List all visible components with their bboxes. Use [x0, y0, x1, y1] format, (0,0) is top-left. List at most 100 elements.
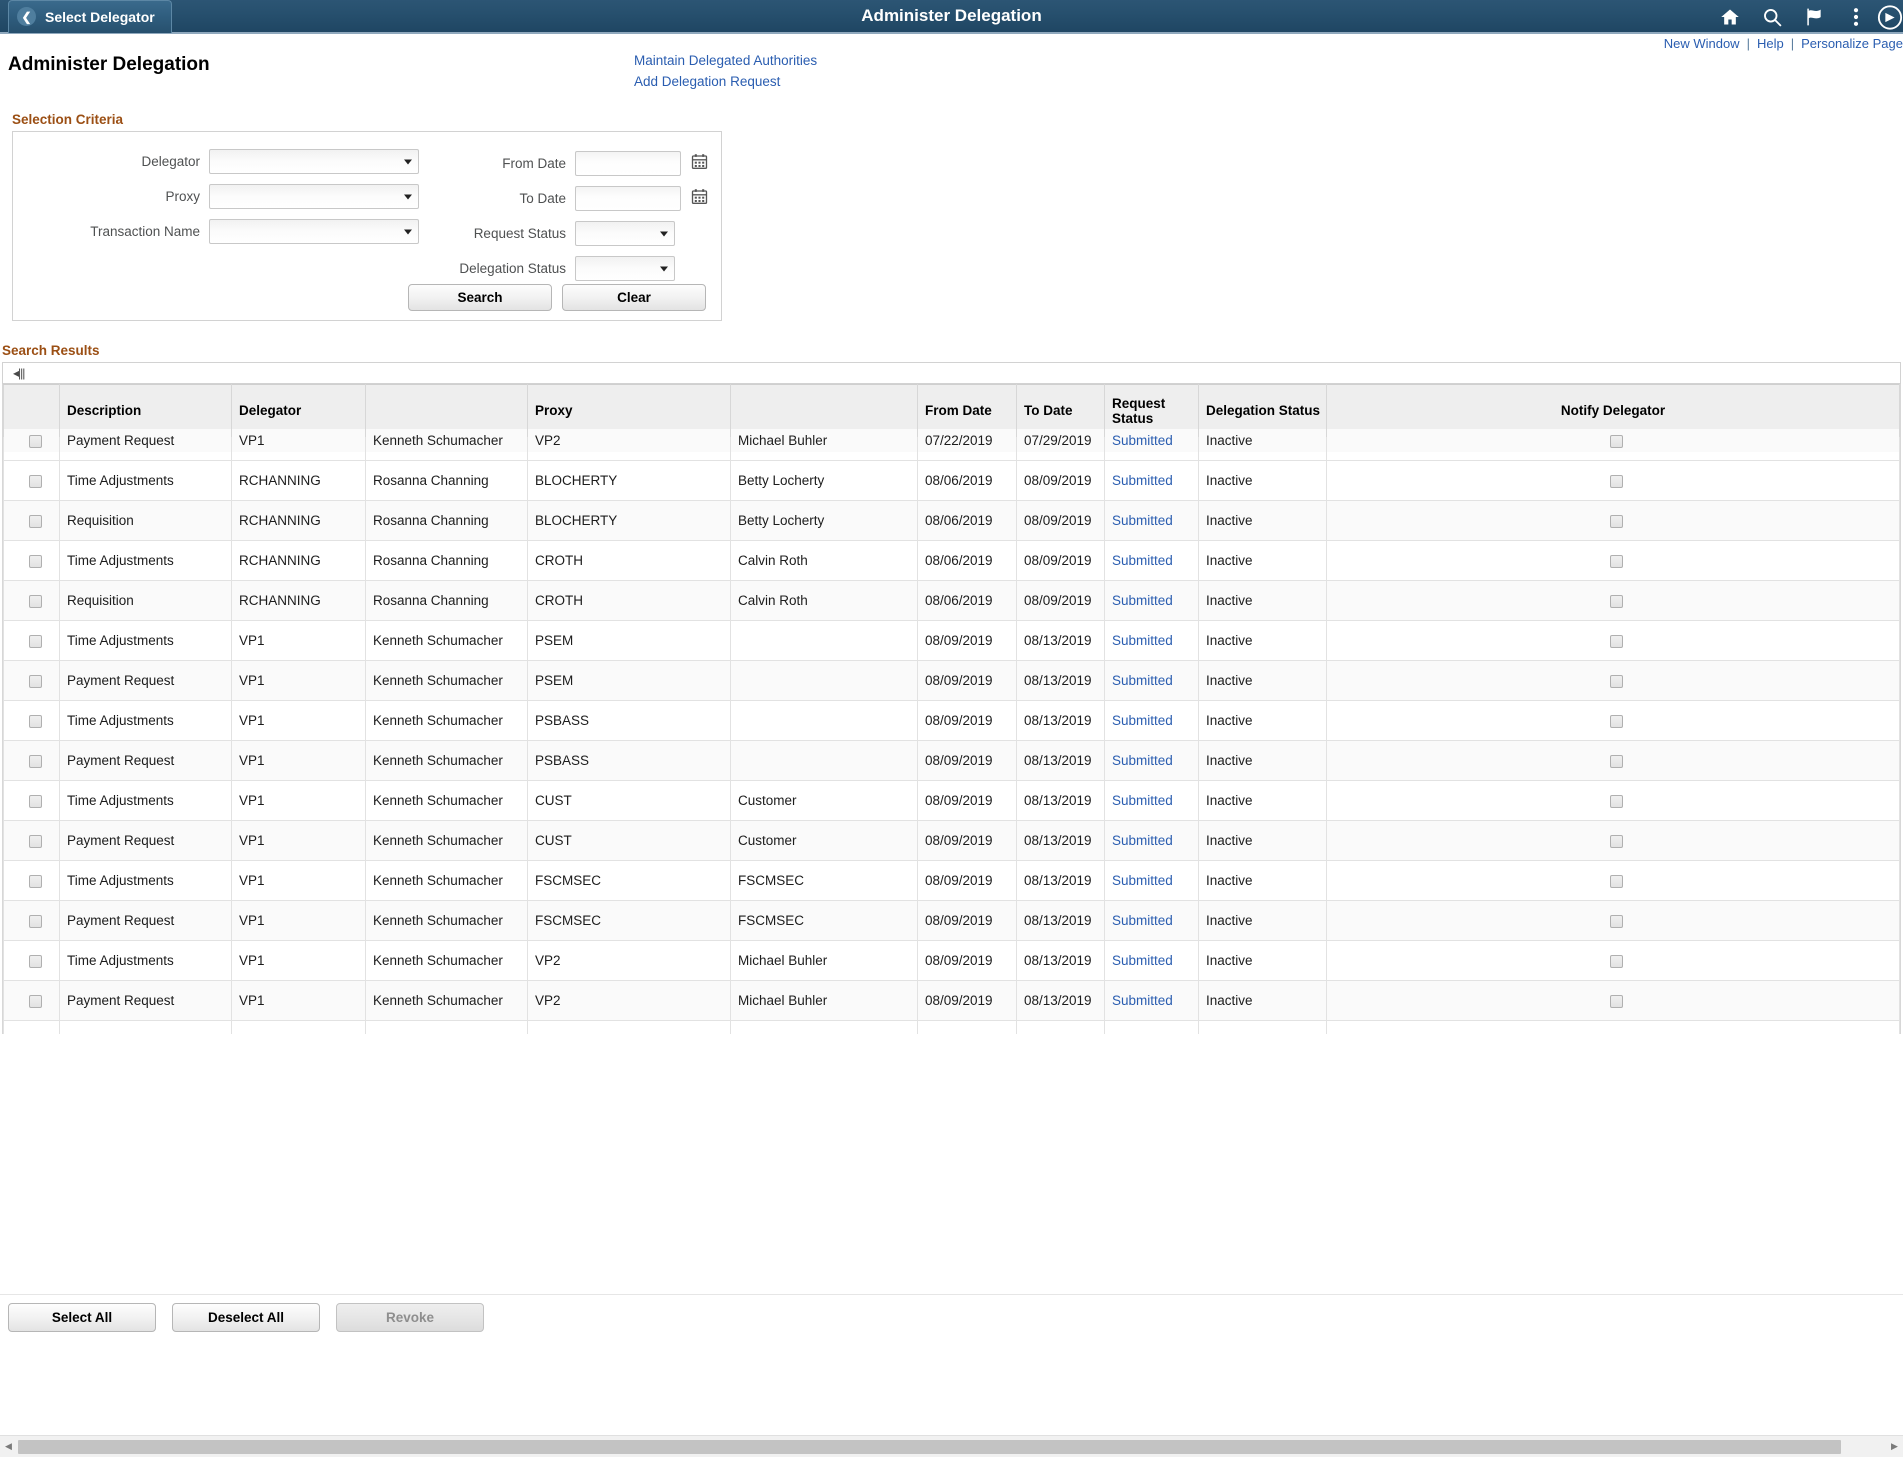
row-select-checkbox[interactable] [29, 635, 42, 648]
select-all-button[interactable]: Select All [8, 1303, 156, 1332]
cell-delegation-status: Inactive [1199, 621, 1327, 661]
request-status-link[interactable]: Submitted [1112, 433, 1173, 448]
from-date-label: From Date [445, 156, 575, 171]
row-select-checkbox[interactable] [29, 435, 42, 448]
request-status-link[interactable]: Submitted [1112, 993, 1173, 1008]
proxy-select-wrap [209, 184, 419, 209]
maintain-delegated-authorities-link[interactable]: Maintain Delegated Authorities [634, 50, 817, 71]
row-select-checkbox[interactable] [29, 715, 42, 728]
from-date-input[interactable] [575, 151, 681, 176]
notify-delegator-checkbox[interactable] [1610, 875, 1623, 888]
cell-notify-delegator [1327, 741, 1900, 781]
row-select-checkbox[interactable] [29, 515, 42, 528]
request-status-link[interactable]: Submitted [1112, 513, 1173, 528]
delegation-status-select[interactable] [575, 256, 675, 281]
cell-delegation-status: Inactive [1199, 461, 1327, 501]
home-icon[interactable] [1709, 0, 1751, 34]
cell-request-status: Submitted [1105, 861, 1199, 901]
cell-notify-delegator [1327, 661, 1900, 701]
row-select-checkbox[interactable] [29, 915, 42, 928]
notify-delegator-checkbox[interactable] [1610, 475, 1623, 488]
cell-from-date: 08/09/2019 [918, 821, 1017, 861]
notify-delegator-checkbox[interactable] [1610, 555, 1623, 568]
search-icon[interactable] [1751, 0, 1793, 34]
notify-delegator-checkbox[interactable] [1610, 675, 1623, 688]
cell-delegator-name: Kenneth Schumacher [366, 981, 528, 1021]
search-button[interactable]: Search [408, 284, 552, 311]
notify-delegator-checkbox[interactable] [1610, 955, 1623, 968]
delegation-status-label: Delegation Status [445, 261, 575, 276]
notify-delegator-checkbox[interactable] [1610, 995, 1623, 1008]
delegator-select[interactable] [209, 149, 419, 174]
clear-button[interactable]: Clear [562, 284, 706, 311]
cell-proxy-name: Michael Buhler [731, 429, 918, 453]
cell-delegator-name: Kenneth Schumacher [366, 621, 528, 661]
request-status-link[interactable]: Submitted [1112, 953, 1173, 968]
to-date-input[interactable] [575, 186, 681, 211]
request-status-link[interactable]: Submitted [1112, 1033, 1173, 1034]
row-select-checkbox[interactable] [29, 955, 42, 968]
scroll-left-arrow-icon[interactable]: ◀ [0, 1436, 17, 1458]
back-select-delegator-button[interactable]: ❮ Select Delegator [8, 0, 172, 33]
add-delegation-request-link[interactable]: Add Delegation Request [634, 71, 817, 92]
notify-delegator-checkbox[interactable] [1610, 435, 1623, 448]
request-status-link[interactable]: Submitted [1112, 593, 1173, 608]
cell-proxy: SMOKETESTBYLEE [528, 1021, 731, 1035]
proxy-select[interactable] [209, 184, 419, 209]
nav-bar-icon[interactable] [1877, 0, 1903, 34]
notify-delegator-checkbox[interactable] [1610, 835, 1623, 848]
notify-delegator-checkbox[interactable] [1610, 755, 1623, 768]
cell-proxy: FSCMSEC [528, 861, 731, 901]
request-status-link[interactable]: Submitted [1112, 553, 1173, 568]
horizontal-scrollbar[interactable]: ◀ ▶ [0, 1435, 1903, 1457]
cell-proxy-name: Customer [731, 781, 918, 821]
cell-from-date: 08/09/2019 [918, 741, 1017, 781]
notify-delegator-checkbox[interactable] [1610, 795, 1623, 808]
cell-notify-delegator [1327, 1021, 1900, 1035]
calendar-icon[interactable] [691, 153, 708, 175]
request-status-link[interactable]: Submitted [1112, 833, 1173, 848]
request-status-link[interactable]: Submitted [1112, 753, 1173, 768]
cell-delegation-status: Inactive [1199, 429, 1327, 453]
row-select-checkbox[interactable] [29, 475, 42, 488]
flag-icon[interactable] [1793, 0, 1835, 34]
row-select-checkbox[interactable] [29, 835, 42, 848]
row-select-checkbox[interactable] [29, 675, 42, 688]
search-results-grid-viewport[interactable]: Description Delegator Proxy From Date To… [2, 384, 1901, 1034]
horizontal-scroll-thumb[interactable] [18, 1440, 1841, 1454]
collapse-grid-icon[interactable]: ◂||| [13, 366, 24, 380]
notify-delegator-checkbox[interactable] [1610, 595, 1623, 608]
request-status-link[interactable]: Submitted [1112, 673, 1173, 688]
notify-delegator-checkbox[interactable] [1610, 915, 1623, 928]
transaction-name-select[interactable] [209, 219, 419, 244]
notify-delegator-checkbox[interactable] [1610, 715, 1623, 728]
request-status-link[interactable]: Submitted [1112, 913, 1173, 928]
row-select-checkbox[interactable] [29, 875, 42, 888]
cell-delegator-name: Kenneth Schumacher [366, 1021, 528, 1035]
request-status-link[interactable]: Submitted [1112, 713, 1173, 728]
cell-to-date: 08/13/2019 [1017, 621, 1105, 661]
notify-delegator-checkbox[interactable] [1610, 635, 1623, 648]
horizontal-scroll-track-tail[interactable] [1843, 1440, 1885, 1454]
cell-delegation-status: Inactive [1199, 981, 1327, 1021]
request-status-select[interactable] [575, 221, 675, 246]
request-status-link[interactable]: Submitted [1112, 473, 1173, 488]
calendar-icon[interactable] [691, 188, 708, 210]
cell-proxy: FSCMSEC [528, 901, 731, 941]
request-status-link[interactable]: Submitted [1112, 633, 1173, 648]
cell-delegator: RCHANNING [232, 461, 366, 501]
row-select-checkbox[interactable] [29, 795, 42, 808]
cell-row-select [4, 501, 60, 541]
row-select-checkbox[interactable] [29, 995, 42, 1008]
kebab-menu-icon[interactable] [1835, 0, 1877, 34]
row-select-checkbox[interactable] [29, 555, 42, 568]
cell-row-select [4, 781, 60, 821]
notify-delegator-checkbox[interactable] [1610, 515, 1623, 528]
cell-from-date: 08/09/2019 [918, 941, 1017, 981]
deselect-all-button[interactable]: Deselect All [172, 1303, 320, 1332]
row-select-checkbox[interactable] [29, 755, 42, 768]
request-status-link[interactable]: Submitted [1112, 873, 1173, 888]
row-select-checkbox[interactable] [29, 595, 42, 608]
request-status-link[interactable]: Submitted [1112, 793, 1173, 808]
scroll-right-arrow-icon[interactable]: ▶ [1886, 1436, 1903, 1458]
